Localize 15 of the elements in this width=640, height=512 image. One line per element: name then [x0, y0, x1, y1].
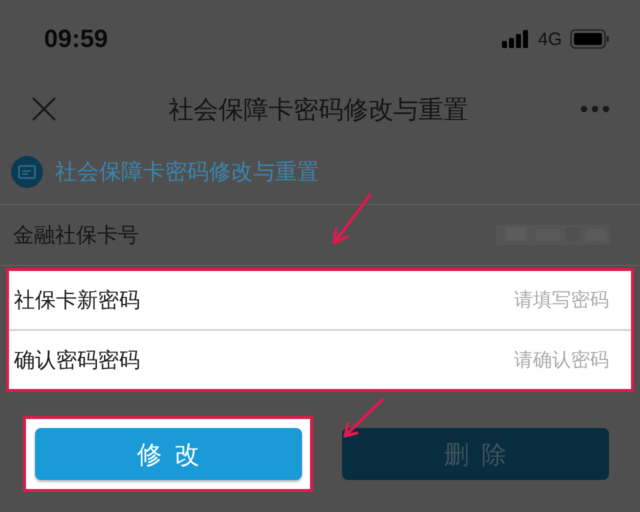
card-number-label: 金融社保卡号 [13, 222, 139, 249]
battery-icon [570, 29, 610, 49]
card-icon [11, 156, 43, 188]
signal-icon [502, 30, 530, 48]
password-field[interactable]: 请填写密码 [407, 288, 611, 312]
page-title: 社会保障卡密码修改与重置 [168, 94, 468, 126]
section-title: 社会保障卡密码修改与重置 [55, 159, 319, 187]
network-label: 4G [538, 28, 562, 50]
status-time: 09:59 [44, 24, 108, 54]
action-button[interactable]: 修改 [34, 428, 302, 480]
more-icon[interactable] [580, 105, 610, 113]
field-label: 确认密码密码 [14, 347, 140, 374]
field-label: 社保卡新密码 [14, 287, 140, 314]
password-field[interactable]: 请确认密码 [407, 348, 611, 372]
close-icon[interactable] [31, 96, 57, 122]
